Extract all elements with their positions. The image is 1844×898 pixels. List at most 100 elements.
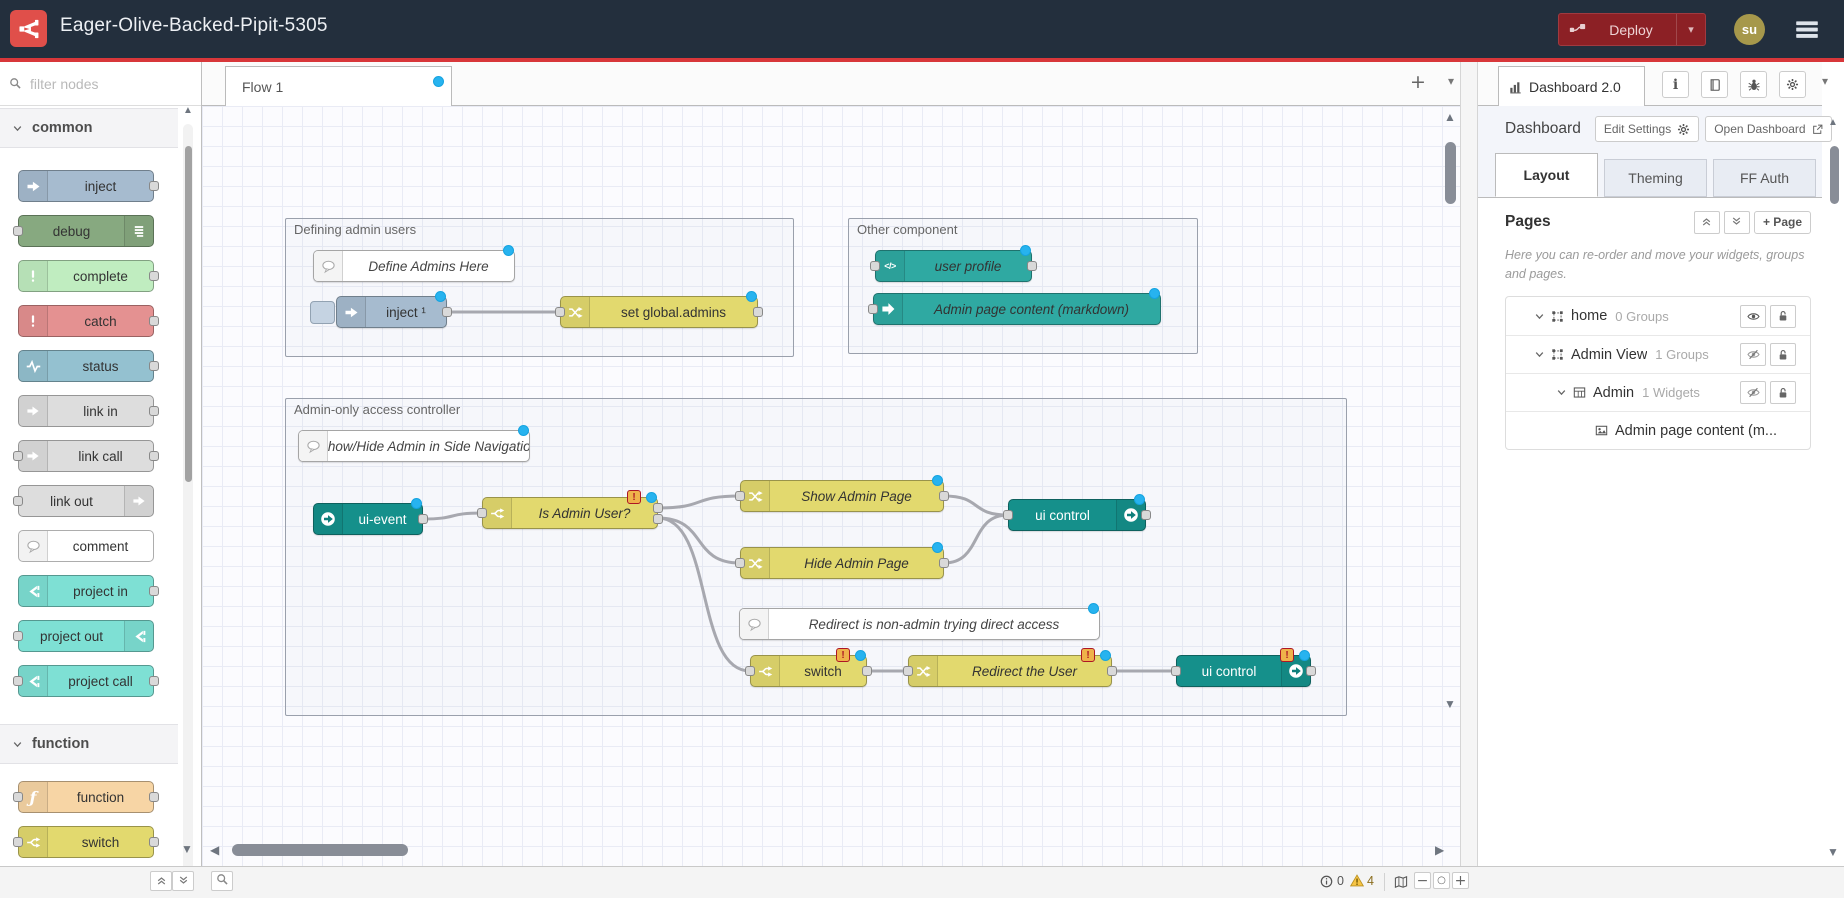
palette-scrollbar-thumb[interactable] <box>185 146 192 482</box>
node-port-output[interactable] <box>939 491 949 501</box>
node-port-output[interactable] <box>1027 261 1037 271</box>
node-port-input[interactable] <box>745 666 755 676</box>
add-flow-button[interactable]: + <box>1410 71 1426 94</box>
node-port-input[interactable] <box>477 508 487 518</box>
vscroll-thumb[interactable] <box>1445 142 1456 204</box>
node-port-output[interactable] <box>418 514 428 524</box>
flow-node-set-global-admins[interactable]: set global.admins <box>560 296 758 328</box>
palette-node-status[interactable]: status <box>18 350 154 382</box>
palette-node-inject[interactable]: inject <box>18 170 154 202</box>
node-port-input[interactable] <box>1171 666 1181 676</box>
tab-ff-auth[interactable]: FF Auth <box>1713 159 1816 197</box>
node-port-input[interactable] <box>13 451 23 461</box>
tree-row-admin-view[interactable]: Admin View1 Groups <box>1506 335 1810 373</box>
inject-trigger-button[interactable] <box>310 301 335 324</box>
node-port-output[interactable] <box>149 837 159 847</box>
debug-tab-button[interactable] <box>1740 71 1767 98</box>
palette-node-catch[interactable]: catch <box>18 305 154 337</box>
node-port-output[interactable] <box>149 406 159 416</box>
edit-settings-button[interactable]: Edit Settings <box>1595 116 1699 142</box>
hscroll-right-icon[interactable]: ▶ <box>1435 844 1444 856</box>
sidebar-scroll-down-icon[interactable]: ▼ <box>1827 846 1839 858</box>
deploy-options-caret[interactable]: ▾ <box>1676 14 1705 45</box>
node-port-input[interactable] <box>1003 510 1013 520</box>
node-port-output[interactable] <box>1141 510 1151 520</box>
node-port-input[interactable] <box>13 496 23 506</box>
palette-category-common[interactable]: common <box>0 108 178 148</box>
flow-canvas[interactable]: Defining admin users Other componentAdmin… <box>202 106 1460 866</box>
lock-toggle-button[interactable] <box>1770 343 1796 366</box>
visibility-toggle-button[interactable] <box>1740 343 1766 366</box>
chevron-down-icon[interactable] <box>1556 387 1567 398</box>
node-port-input[interactable] <box>13 226 23 236</box>
node-port-output[interactable] <box>939 558 949 568</box>
add-page-button[interactable]: + Page <box>1754 211 1811 234</box>
node-port-output[interactable] <box>149 586 159 596</box>
palette-category-function[interactable]: function <box>0 724 178 764</box>
palette-node-debug[interactable]: debug <box>18 215 154 247</box>
tab-flow-1[interactable]: Flow 1 <box>225 66 452 107</box>
vscroll-down-icon[interactable]: ▼ <box>1444 698 1456 710</box>
flow-node-ui-control[interactable]: ui control! <box>1176 655 1311 687</box>
chevron-down-icon[interactable] <box>1534 349 1545 360</box>
canvas-search-button[interactable] <box>211 871 233 891</box>
flow-node-is-admin-user-[interactable]: Is Admin User?! <box>482 497 658 529</box>
zoom-reset-button[interactable]: ○ <box>1433 872 1450 889</box>
user-avatar[interactable]: su <box>1734 14 1765 45</box>
node-port-output-2[interactable] <box>653 514 663 524</box>
main-menu-button[interactable] <box>1789 17 1825 43</box>
node-port-input[interactable] <box>735 491 745 501</box>
palette-node-project-out[interactable]: project out <box>18 620 154 652</box>
flow-node-ui-control[interactable]: ui control <box>1008 499 1146 531</box>
hscroll-thumb[interactable] <box>232 844 408 856</box>
palette-expand-all-button[interactable] <box>172 871 194 891</box>
hscroll-left-icon[interactable]: ◀ <box>210 844 219 856</box>
flow-group-Defining-admin-users[interactable]: Defining admin users <box>285 218 794 357</box>
flow-node-show-admin-page[interactable]: Show Admin Page <box>740 480 944 512</box>
flow-node-switch[interactable]: switch! <box>750 655 867 687</box>
node-port-input[interactable] <box>870 261 880 271</box>
node-port-output[interactable] <box>753 307 763 317</box>
visibility-toggle-button[interactable] <box>1740 305 1766 328</box>
flow-node-inject-[interactable]: inject ¹ <box>336 296 447 328</box>
flow-node-ui-event[interactable]: ui-event <box>313 503 423 535</box>
flow-group-Other-component[interactable]: Other component <box>848 218 1198 354</box>
sidebar-scroll-up-icon[interactable]: ▲ <box>1828 118 1838 128</box>
sidebar-tabs-caret[interactable]: ▾ <box>1822 74 1828 88</box>
flow-node-user-profile[interactable]: </>user profile <box>875 250 1032 282</box>
help-tab-button[interactable] <box>1701 71 1728 98</box>
deploy-button[interactable]: Deploy ▾ <box>1558 13 1706 46</box>
node-port-output[interactable] <box>149 271 159 281</box>
visibility-toggle-button[interactable] <box>1740 381 1766 404</box>
palette-node-project-call[interactable]: project call <box>18 665 154 697</box>
zoom-in-button[interactable]: + <box>1452 872 1469 889</box>
tab-dashboard-2[interactable]: Dashboard 2.0 <box>1498 66 1645 107</box>
palette-node-complete[interactable]: complete <box>18 260 154 292</box>
chevron-down-icon[interactable] <box>1534 311 1545 322</box>
flow-node-hide-admin-page[interactable]: Hide Admin Page <box>740 547 944 579</box>
node-port-input[interactable] <box>13 631 23 641</box>
node-port-output[interactable] <box>149 676 159 686</box>
flow-node-admin-page-content-markdown-[interactable]: Admin page content (markdown) <box>873 293 1161 325</box>
node-port-output[interactable] <box>149 451 159 461</box>
node-port-output[interactable] <box>862 666 872 676</box>
node-port-output-1[interactable] <box>653 503 663 513</box>
tree-row-home[interactable]: home0 Groups <box>1506 297 1810 335</box>
sidebar-scrollbar-thumb[interactable] <box>1830 146 1839 204</box>
node-port-output[interactable] <box>1306 666 1316 676</box>
palette-node-project-in[interactable]: project in <box>18 575 154 607</box>
config-tab-button[interactable] <box>1779 71 1806 98</box>
open-dashboard-button[interactable]: Open Dashboard <box>1705 116 1831 142</box>
tree-row-admin-page-content-m-[interactable]: Admin page content (m... <box>1506 411 1810 449</box>
palette-node-link-out[interactable]: link out <box>18 485 154 517</box>
node-port-input[interactable] <box>868 304 878 314</box>
zoom-out-button[interactable]: − <box>1414 872 1431 889</box>
move-down-button[interactable] <box>1724 211 1750 234</box>
palette-node-function[interactable]: ƒfunction <box>18 781 154 813</box>
palette-node-link-in[interactable]: link in <box>18 395 154 427</box>
sidebar-splitter[interactable] <box>1460 62 1478 898</box>
node-port-output[interactable] <box>149 792 159 802</box>
node-port-output[interactable] <box>149 316 159 326</box>
node-port-input[interactable] <box>13 792 23 802</box>
node-port-output[interactable] <box>149 181 159 191</box>
